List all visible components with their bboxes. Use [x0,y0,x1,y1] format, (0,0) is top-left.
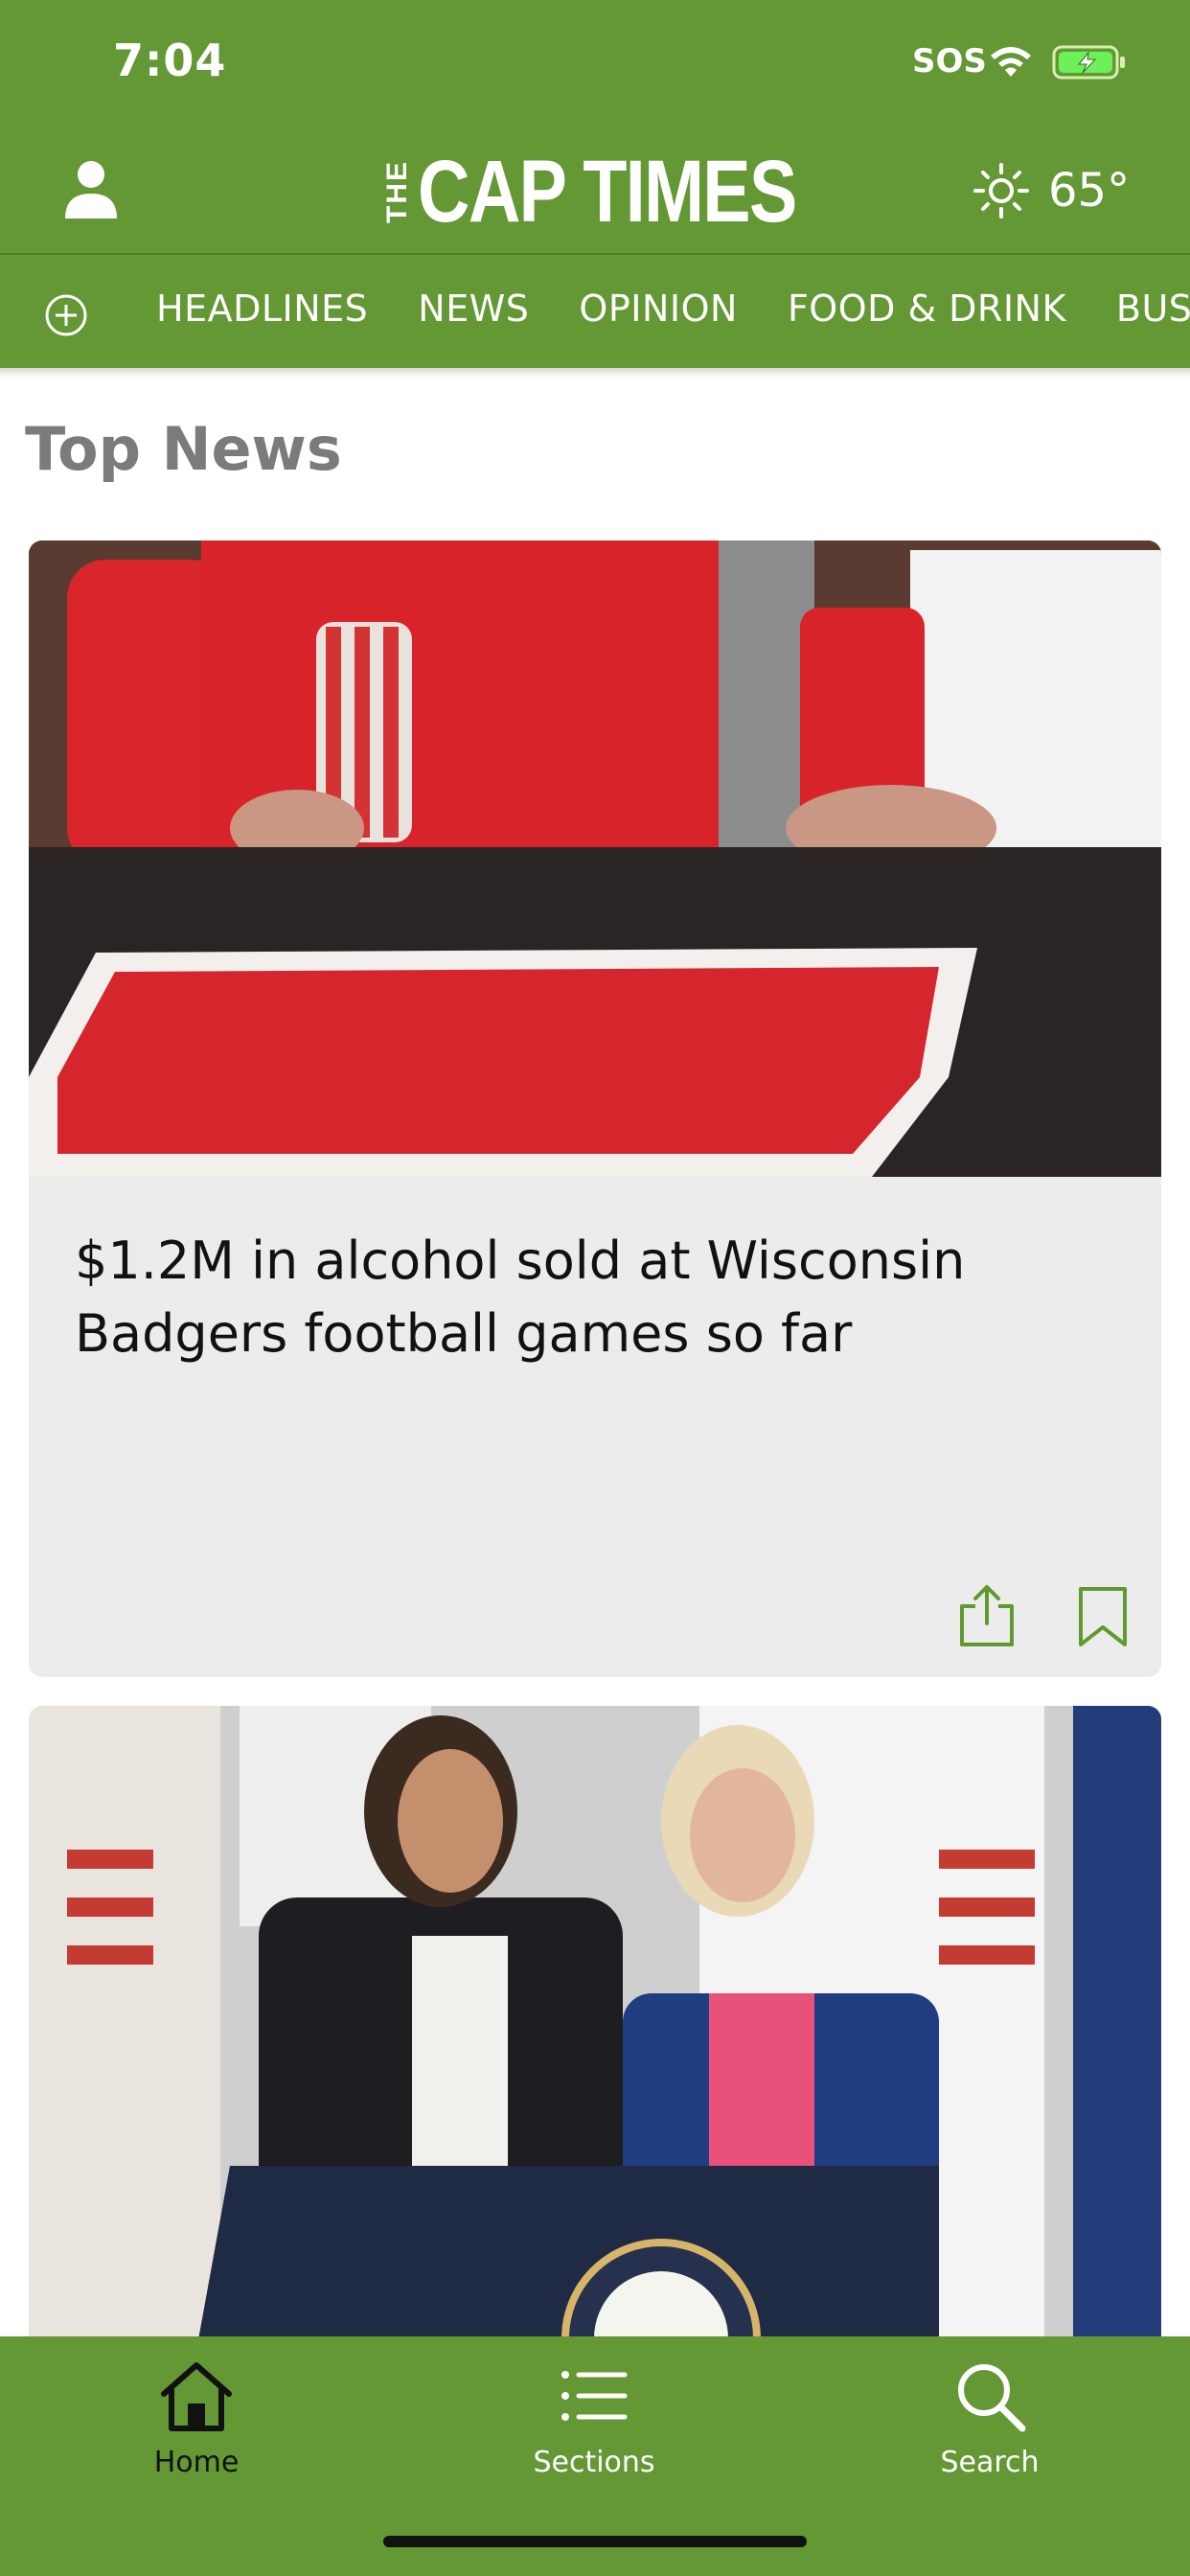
article-headline[interactable]: $1.2M in alcohol sold at Wisconsin Badge… [75,1225,1052,1370]
sun-icon [973,163,1029,218]
home-indicator[interactable] [383,2536,807,2547]
temperature: 65° [1048,164,1131,218]
app-logo: THE CAP TIMES [381,142,879,241]
share-icon[interactable] [956,1581,1018,1648]
tab-home[interactable]: Home [91,2356,302,2479]
section-title: Top News [25,414,342,484]
tab-label: Home [153,2446,240,2479]
article-card[interactable] [29,1706,1161,2377]
article-image [29,1706,1161,2377]
tab-sections[interactable]: Sections [489,2356,699,2479]
logo-prefix: THE [381,160,413,223]
section-nav: HEADLINES NEWS OPINION FOOD & DRINK BUSI… [0,255,1190,368]
bookmark-icon[interactable] [1075,1585,1131,1648]
nav-item-opinion[interactable]: OPINION [579,288,738,330]
tab-label: Sections [533,2446,655,2479]
plus-circle-icon[interactable] [44,293,88,337]
search-icon [958,2364,1026,2432]
nav-item-business[interactable]: BUSINESS [1116,288,1190,330]
article-card[interactable]: $1.2M in alcohol sold at Wisconsin Badge… [29,540,1161,1677]
home-icon [161,2362,232,2431]
status-time: 7:04 [113,34,227,86]
person-icon[interactable] [57,155,125,222]
list-icon [561,2371,628,2421]
status-bar: 7:04 SOS [0,0,1190,125]
app-header: THE CAP TIMES 65° [0,125,1190,253]
wifi-icon [991,47,1031,77]
app-screen: 7:04 SOS THE CAP TIMES 65° HEADLINES NEW… [0,0,1190,2576]
weather-widget[interactable]: 65° [972,161,1130,220]
article-image [29,540,1161,1177]
tab-search[interactable]: Search [884,2356,1095,2479]
top-bar: 7:04 SOS THE CAP TIMES 65° HEADLINES NEW… [0,0,1190,368]
tab-label: Search [940,2446,1040,2479]
header-shadow [0,368,1190,378]
nav-items: HEADLINES NEWS OPINION FOOD & DRINK BUSI… [156,288,1190,330]
nav-item-headlines[interactable]: HEADLINES [156,288,368,330]
logo-name: CAP TIMES [418,142,797,241]
nav-item-news[interactable]: NEWS [418,288,529,330]
sos-indicator: SOS [912,42,987,80]
battery-charging-icon [1052,45,1125,80]
nav-item-food-drink[interactable]: FOOD & DRINK [788,288,1066,330]
